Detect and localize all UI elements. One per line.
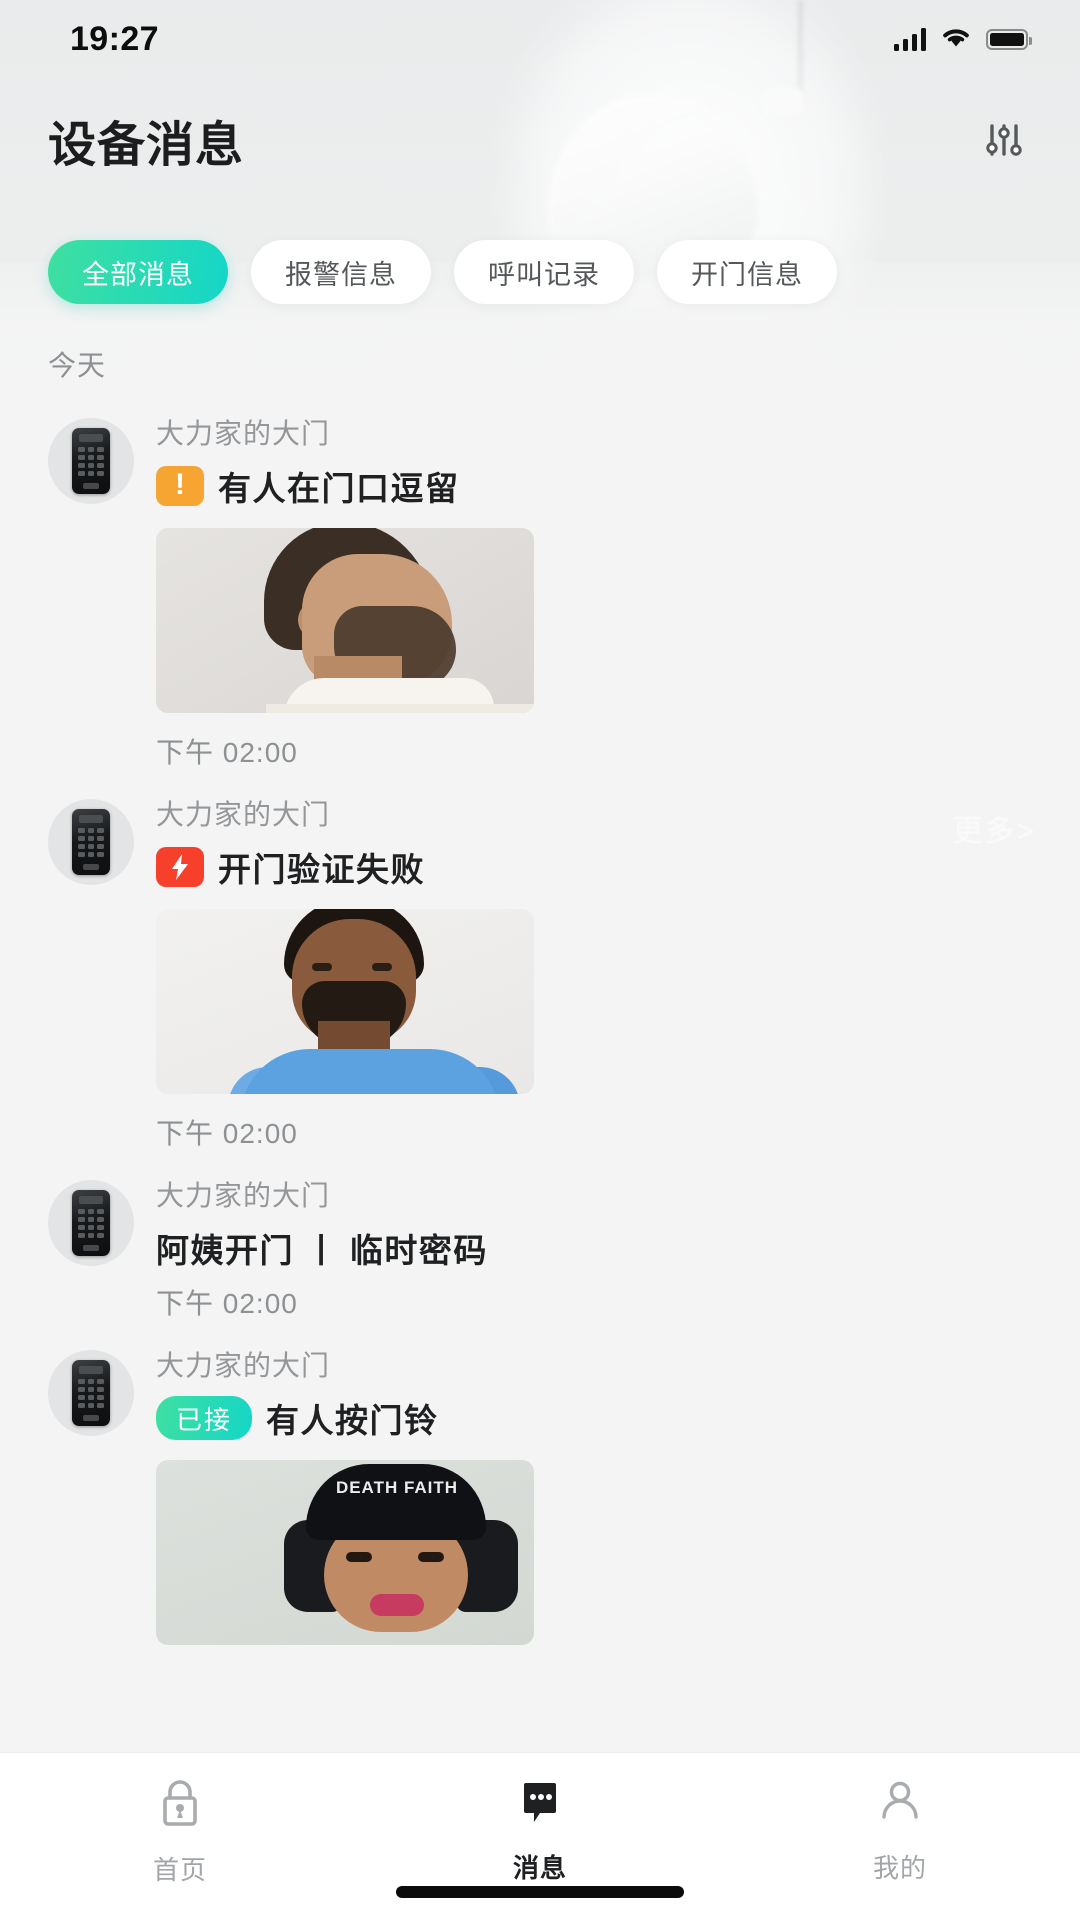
nav-label-home: 首页 — [152, 1855, 207, 1885]
message-title: 开门验证失败 — [218, 851, 425, 888]
app-header: 设备消息 — [0, 96, 1080, 184]
device-avatar — [48, 418, 134, 504]
message-title: 有人在门口逗留 — [218, 470, 460, 507]
message-snapshot-photo[interactable] — [156, 528, 534, 713]
door-keypad-icon — [72, 1360, 110, 1426]
message-title: 有人按门铃 — [266, 1402, 439, 1439]
status-bar: 19:27 — [0, 0, 1080, 78]
nav-item-home[interactable]: 首页 — [0, 1775, 360, 1887]
message-device-name: 大力家的大门 — [156, 1180, 331, 1211]
message-body: 大力家的大门 已接 有人按门铃 DEATH FAITH — [134, 1344, 1080, 1645]
nav-label-messages: 消息 — [512, 1853, 567, 1883]
message-body: 大力家的大门 ! 有人在门口逗留 下午 02:00 — [134, 412, 1080, 771]
cap-text: DEATH FAITH — [335, 1478, 459, 1497]
tab-door-open-messages[interactable]: 开门信息 — [657, 240, 837, 304]
message-list-item[interactable]: 大力家的大门 已接 有人按门铃 DEATH FAITH — [0, 1322, 1080, 1645]
message-title-row: ! 有人在门口逗留 — [156, 462, 1080, 510]
message-body: 大力家的大门 开门验证失败 下午 02:00 — [134, 793, 1080, 1152]
wifi-icon — [939, 24, 973, 54]
nav-label-profile: 我的 — [872, 1853, 927, 1883]
message-snapshot-photo[interactable]: DEATH FAITH — [156, 1460, 534, 1645]
lock-icon — [153, 1775, 207, 1836]
chat-bubble-icon — [513, 1775, 567, 1834]
door-keypad-icon — [72, 809, 110, 875]
device-avatar — [48, 799, 134, 885]
message-timestamp: 下午 02:00 — [156, 737, 298, 768]
more-watermark-text: 更多> — [952, 815, 1036, 848]
message-body: 大力家的大门 阿姨开门 丨 临时密码 下午 02:00 — [134, 1174, 1080, 1322]
status-bar-time: 19:27 — [70, 19, 159, 58]
tab-call-records[interactable]: 呼叫记录 — [454, 240, 634, 304]
bolt-icon — [172, 854, 188, 880]
bottom-navigation: 首页 消息 我的 — [0, 1752, 1080, 1920]
danger-bolt-badge-icon — [156, 847, 204, 887]
answered-status-badge: 已接 — [156, 1396, 253, 1440]
message-title-row: 已接 有人按门铃 — [156, 1394, 1080, 1442]
exclamation-glyph: ! — [175, 468, 185, 501]
home-indicator — [396, 1886, 684, 1898]
tab-all-messages[interactable]: 全部消息 — [48, 240, 228, 304]
status-bar-icons — [893, 24, 1032, 54]
day-section-header: 今天 — [48, 350, 107, 381]
message-list-item[interactable]: 大力家的大门 开门验证失败 下午 02:00 — [0, 771, 1080, 1152]
nav-item-profile[interactable]: 我的 — [720, 1775, 1080, 1885]
message-timestamp: 下午 02:00 — [156, 1118, 298, 1149]
nav-item-messages[interactable]: 消息 — [360, 1775, 720, 1885]
message-list-item[interactable]: 大力家的大门 ! 有人在门口逗留 下午 02:00 — [0, 390, 1080, 771]
message-title-row: 阿姨开门 丨 临时密码 — [156, 1224, 1080, 1272]
door-keypad-icon — [72, 1190, 110, 1256]
device-avatar — [48, 1350, 134, 1436]
message-list-item[interactable]: 大力家的大门 阿姨开门 丨 临时密码 下午 02:00 — [0, 1152, 1080, 1322]
message-device-name: 大力家的大门 — [156, 1350, 331, 1381]
person-icon — [873, 1775, 927, 1834]
sliders-filter-icon[interactable] — [974, 111, 1034, 169]
message-device-name: 大力家的大门 — [156, 418, 331, 449]
message-timestamp: 下午 02:00 — [156, 1288, 298, 1319]
page-title: 设备消息 — [48, 119, 245, 172]
message-title-row: 开门验证失败 — [156, 843, 1080, 891]
message-list[interactable]: 今天 大力家的大门 ! 有人在门口逗留 下午 02:00 大力家的大门 开门验证… — [0, 330, 1080, 1752]
battery-full-icon — [986, 28, 1032, 50]
message-device-name: 大力家的大门 — [156, 799, 331, 830]
signal-bars-icon — [893, 27, 926, 51]
tab-alarm-messages[interactable]: 报警信息 — [251, 240, 431, 304]
warning-badge-icon: ! — [156, 466, 204, 506]
door-keypad-icon — [72, 428, 110, 494]
message-snapshot-photo[interactable] — [156, 909, 534, 1094]
message-title: 阿姨开门 丨 临时密码 — [156, 1232, 488, 1269]
device-avatar — [48, 1180, 134, 1266]
filter-tabs: 全部消息 报警信息 呼叫记录 开门信息 — [0, 240, 1080, 304]
